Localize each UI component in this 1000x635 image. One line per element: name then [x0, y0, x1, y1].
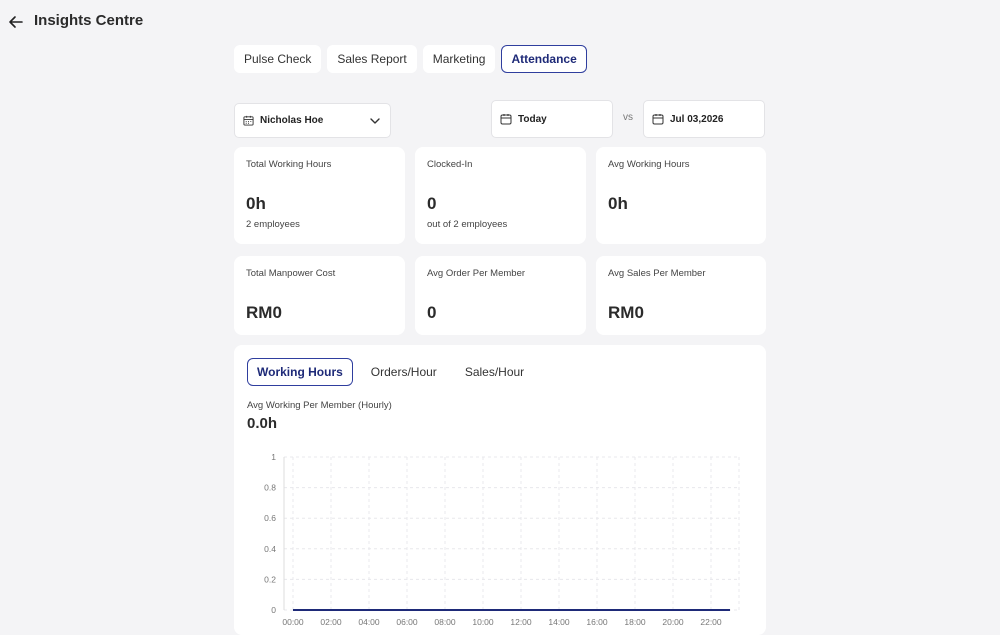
x-tick-label: 00:00 — [282, 617, 304, 625]
vs-label: vs — [623, 112, 633, 123]
y-tick-label: 0.6 — [264, 513, 276, 523]
employee-select[interactable]: Nicholas Hoe — [234, 103, 391, 138]
tab-marketing[interactable]: Marketing — [422, 45, 496, 73]
x-tick-label: 20:00 — [662, 617, 684, 625]
y-tick-label: 0.8 — [264, 483, 276, 493]
line-chart: 0 0.2 0.4 0.6 0.8 1 00:00 02:00 04:00 06:00 08:00 1… — [264, 452, 740, 625]
calendar-icon — [243, 115, 254, 126]
tab-attendance[interactable]: Attendance — [501, 45, 587, 73]
date-from-picker[interactable]: Today — [491, 100, 613, 138]
date-from-value: Today — [518, 113, 547, 125]
stat-subtext: 2 employees — [246, 219, 300, 230]
back-button[interactable] — [6, 12, 26, 32]
stat-value: 0 — [427, 194, 437, 213]
stat-card-avg-working-hours: Avg Working Hours 0h — [596, 147, 766, 244]
y-tick-label: 0 — [271, 605, 276, 615]
calendar-icon — [652, 114, 664, 125]
app-header: Insights Centre — [0, 0, 1000, 44]
x-tick-label: 06:00 — [396, 617, 418, 625]
stat-value: 0 — [427, 303, 437, 322]
x-tick-label: 02:00 — [320, 617, 342, 625]
tab-pulse-check[interactable]: Pulse Check — [234, 45, 322, 73]
x-tick-label: 12:00 — [510, 617, 532, 625]
x-tick-label: 08:00 — [434, 617, 456, 625]
y-tick-label: 1 — [271, 452, 276, 462]
calendar-icon — [500, 114, 512, 125]
date-to-value: Jul 03,2026 — [670, 113, 724, 125]
y-tick-label: 0.4 — [264, 544, 276, 554]
stat-value: 0h — [246, 194, 266, 213]
stat-label: Avg Working Hours — [608, 159, 690, 170]
y-tick-label: 0.2 — [264, 574, 276, 584]
employee-select-value: Nicholas Hoe — [260, 115, 324, 126]
stat-value: RM0 — [246, 303, 282, 322]
x-tick-label: 16:00 — [586, 617, 608, 625]
stat-card-total-working-hours: Total Working Hours 0h 2 employees — [234, 147, 405, 244]
stat-value: RM0 — [608, 303, 644, 322]
x-tick-label: 10:00 — [472, 617, 494, 625]
page-title: Insights Centre — [34, 12, 144, 29]
stat-card-avg-order-per-member: Avg Order Per Member 0 — [415, 256, 586, 335]
stat-label: Avg Order Per Member — [427, 268, 526, 279]
chart-card: Working Hours Orders/Hour Sales/Hour Avg… — [234, 345, 766, 635]
stat-label: Total Working Hours — [246, 159, 332, 170]
stat-value: 0h — [608, 194, 628, 213]
stat-card-total-manpower-cost: Total Manpower Cost RM0 — [234, 256, 405, 335]
stat-label: Total Manpower Cost — [246, 268, 336, 279]
x-tick-label: 14:00 — [548, 617, 570, 625]
arrow-left-icon — [9, 16, 23, 28]
stat-label: Avg Sales Per Member — [608, 268, 706, 279]
x-tick-label: 18:00 — [624, 617, 646, 625]
stat-card-clocked-in: Clocked-In 0 out of 2 employees — [415, 147, 586, 244]
x-tick-label: 22:00 — [700, 617, 722, 625]
stat-label: Clocked-In — [427, 159, 473, 170]
stat-subtext: out of 2 employees — [427, 219, 508, 230]
date-to-picker[interactable]: Jul 03,2026 — [643, 100, 765, 138]
tab-sales-report[interactable]: Sales Report — [327, 45, 417, 73]
stat-card-avg-sales-per-member: Avg Sales Per Member RM0 — [596, 256, 766, 335]
chevron-down-icon — [370, 118, 380, 124]
x-tick-label: 04:00 — [358, 617, 380, 625]
report-tabs: Pulse Check Sales Report Marketing Atten… — [234, 45, 587, 73]
